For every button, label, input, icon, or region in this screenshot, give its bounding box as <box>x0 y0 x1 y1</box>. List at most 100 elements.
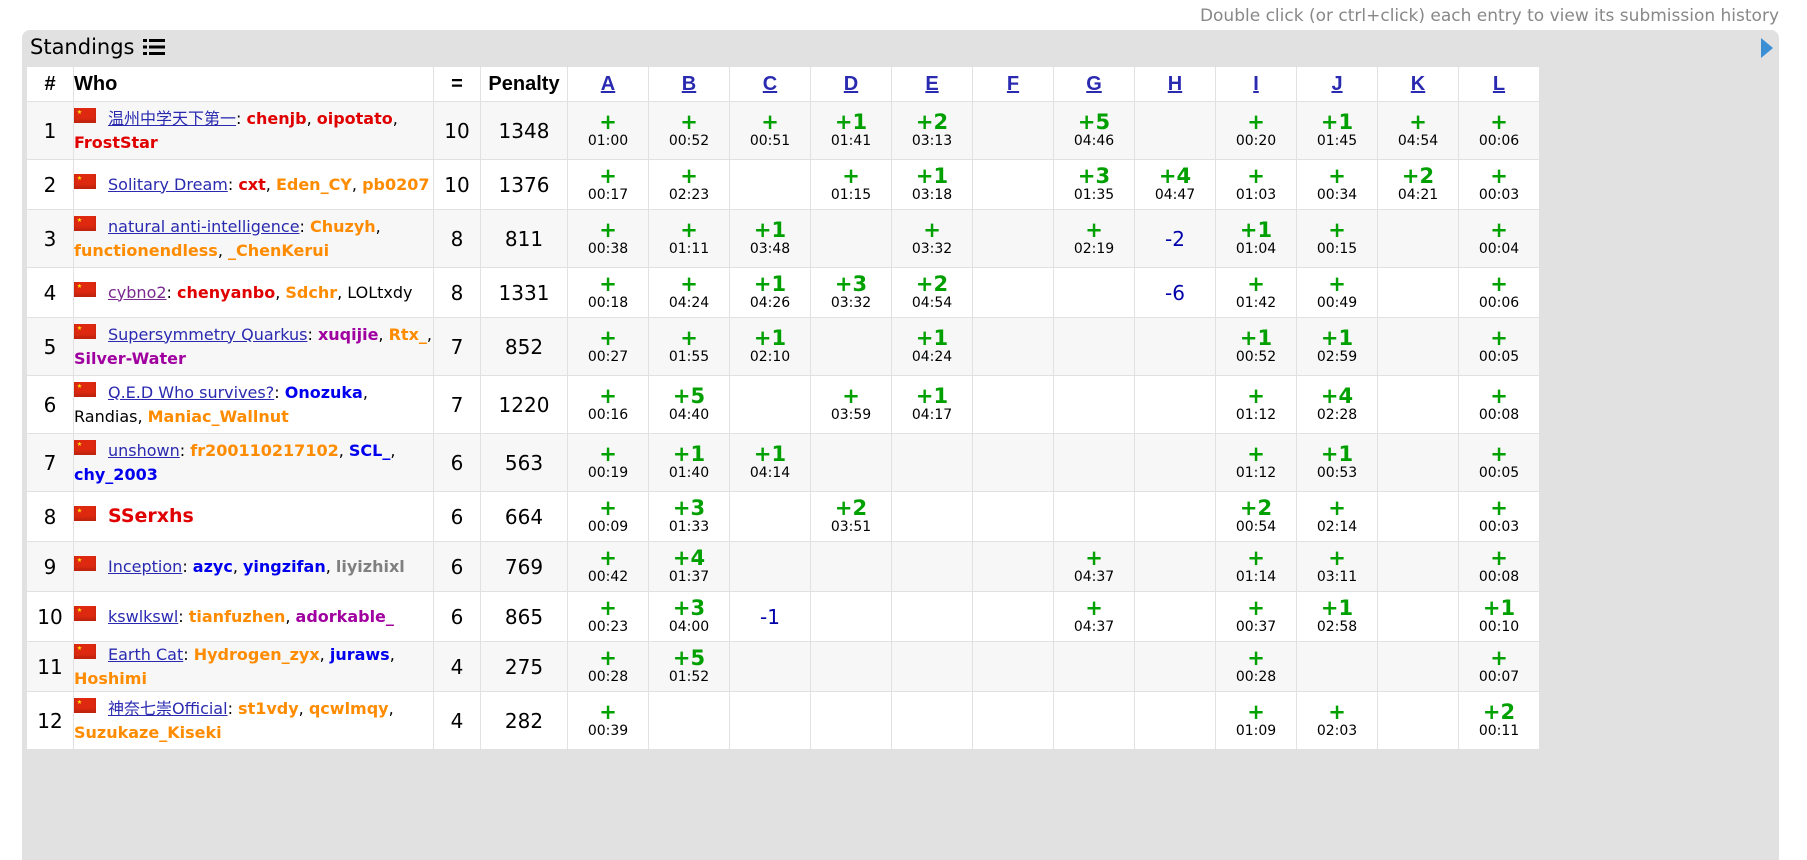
problem-cell-g[interactable]: +02:19 <box>1053 209 1135 268</box>
member-handle[interactable]: Maniac_Wallnut <box>148 407 289 426</box>
problem-link-f[interactable]: F <box>1007 73 1019 95</box>
standings-row[interactable]: 1 温州中学天下第一: chenjb, oipotato, FrostStar 10… <box>26 101 1540 160</box>
problem-cell-f[interactable] <box>972 591 1054 642</box>
problem-cell-b[interactable] <box>648 691 730 750</box>
standings-row[interactable]: 6 Q.E.D Who survives?: Onozuka, Randias, … <box>26 375 1540 434</box>
problem-cell-l[interactable]: +00:06 <box>1458 267 1540 318</box>
problem-cell-e[interactable] <box>891 691 973 750</box>
problem-cell-i[interactable]: +01:03 <box>1215 159 1297 210</box>
problem-cell-i[interactable]: +1 00:52 <box>1215 317 1297 376</box>
member-handle[interactable]: chenyanbo <box>177 283 275 302</box>
member-handle[interactable]: Eden_CY <box>276 175 352 194</box>
member-handle[interactable]: cxt <box>238 175 265 194</box>
team-name-link[interactable]: cybno2 <box>108 283 167 302</box>
member-handle[interactable]: Randias <box>74 407 137 426</box>
problem-cell-l[interactable]: +00:08 <box>1458 375 1540 434</box>
problem-cell-i[interactable]: +01:12 <box>1215 433 1297 492</box>
problem-cell-d[interactable] <box>810 317 892 376</box>
standings-row[interactable]: 8 SSerxhs 6 664 +00:09 +3 01:33 +2 03:51 +2 00:54 +… <box>26 491 1540 542</box>
problem-cell-f[interactable] <box>972 101 1054 160</box>
problem-cell-c[interactable]: +1 03:48 <box>729 209 811 268</box>
problem-link-c[interactable]: C <box>763 73 777 95</box>
problem-cell-j[interactable]: +03:11 <box>1296 541 1378 592</box>
team-name-link[interactable]: natural anti-intelligence <box>108 217 300 236</box>
problem-cell-b[interactable]: +3 04:00 <box>648 591 730 642</box>
problem-cell-h[interactable] <box>1134 641 1216 692</box>
problem-cell-g[interactable]: +04:37 <box>1053 541 1135 592</box>
team-name-link[interactable]: kswlkswl <box>108 607 178 626</box>
team-name-link[interactable]: unshown <box>108 441 180 460</box>
problem-cell-j[interactable]: +00:34 <box>1296 159 1378 210</box>
problem-cell-l[interactable]: +1 00:10 <box>1458 591 1540 642</box>
problem-cell-d[interactable]: +01:15 <box>810 159 892 210</box>
problem-cell-f[interactable] <box>972 317 1054 376</box>
problem-cell-i[interactable]: +1 01:04 <box>1215 209 1297 268</box>
problem-link-k[interactable]: K <box>1411 73 1425 95</box>
problem-cell-k[interactable] <box>1377 267 1459 318</box>
expand-arrow-icon[interactable] <box>1761 38 1773 58</box>
problem-cell-a[interactable]: +00:39 <box>567 691 649 750</box>
problem-cell-f[interactable] <box>972 375 1054 434</box>
problem-cell-k[interactable] <box>1377 641 1459 692</box>
member-handle[interactable]: functionendless <box>74 241 218 260</box>
problem-link-d[interactable]: D <box>844 73 858 95</box>
problem-cell-h[interactable]: -2 <box>1134 209 1216 268</box>
problem-link-b[interactable]: B <box>682 73 696 95</box>
problem-cell-e[interactable] <box>891 641 973 692</box>
problem-cell-e[interactable]: +1 03:18 <box>891 159 973 210</box>
problem-link-i[interactable]: I <box>1253 73 1259 95</box>
standings-row[interactable]: 4 cybno2: chenyanbo, Sdchr, LOLtxdy 8 1331 +… <box>26 267 1540 318</box>
problem-cell-g[interactable] <box>1053 641 1135 692</box>
problem-cell-a[interactable]: +01:00 <box>567 101 649 160</box>
problem-cell-b[interactable]: +5 01:52 <box>648 641 730 692</box>
member-handle[interactable]: Silver-Water <box>74 349 186 368</box>
problem-cell-g[interactable] <box>1053 433 1135 492</box>
problem-cell-e[interactable]: +03:32 <box>891 209 973 268</box>
problem-cell-h[interactable] <box>1134 375 1216 434</box>
contestant-name[interactable]: SSerxhs <box>108 505 194 527</box>
list-icon[interactable] <box>142 38 165 56</box>
problem-cell-i[interactable]: +01:42 <box>1215 267 1297 318</box>
member-handle[interactable]: chenjb <box>247 109 307 128</box>
problem-link-h[interactable]: H <box>1168 73 1182 95</box>
problem-cell-l[interactable]: +00:06 <box>1458 101 1540 160</box>
problem-cell-d[interactable] <box>810 591 892 642</box>
problem-cell-i[interactable]: +00:28 <box>1215 641 1297 692</box>
problem-cell-l[interactable]: +00:07 <box>1458 641 1540 692</box>
problem-cell-b[interactable]: +3 01:33 <box>648 491 730 542</box>
problem-cell-g[interactable] <box>1053 375 1135 434</box>
problem-cell-k[interactable] <box>1377 209 1459 268</box>
problem-cell-a[interactable]: +00:38 <box>567 209 649 268</box>
problem-cell-f[interactable] <box>972 541 1054 592</box>
member-handle[interactable]: SCL_ <box>349 441 390 460</box>
problem-cell-j[interactable] <box>1296 641 1378 692</box>
member-handle[interactable]: pb0207 <box>362 175 429 194</box>
problem-cell-k[interactable]: +04:54 <box>1377 101 1459 160</box>
problem-cell-j[interactable]: +02:14 <box>1296 491 1378 542</box>
problem-cell-e[interactable] <box>891 491 973 542</box>
problem-cell-h[interactable] <box>1134 591 1216 642</box>
standings-row[interactable]: 3 natural anti-intelligence: Chuzyh, func… <box>26 209 1540 268</box>
problem-cell-a[interactable]: +00:19 <box>567 433 649 492</box>
problem-cell-k[interactable]: +2 04:21 <box>1377 159 1459 210</box>
problem-cell-i[interactable]: +2 00:54 <box>1215 491 1297 542</box>
problem-cell-k[interactable] <box>1377 591 1459 642</box>
problem-cell-c[interactable] <box>729 159 811 210</box>
problem-cell-b[interactable]: +4 01:37 <box>648 541 730 592</box>
standings-row[interactable]: 2 Solitary Dream: cxt, Eden_CY, pb0207 10 1… <box>26 159 1540 210</box>
problem-cell-h[interactable] <box>1134 541 1216 592</box>
problem-cell-i[interactable]: +01:09 <box>1215 691 1297 750</box>
member-handle[interactable]: Onozuka <box>285 383 363 402</box>
member-handle[interactable]: yingzifan <box>243 557 326 576</box>
problem-link-e[interactable]: E <box>925 73 938 95</box>
member-handle[interactable]: fr200110217102 <box>190 441 338 460</box>
problem-cell-f[interactable] <box>972 209 1054 268</box>
problem-cell-k[interactable] <box>1377 317 1459 376</box>
problem-cell-f[interactable] <box>972 159 1054 210</box>
problem-cell-f[interactable] <box>972 491 1054 542</box>
member-handle[interactable]: Suzukaze_Kiseki <box>74 723 222 742</box>
problem-cell-l[interactable]: +00:08 <box>1458 541 1540 592</box>
problem-link-l[interactable]: L <box>1493 73 1505 95</box>
team-name-link[interactable]: Inception <box>108 557 182 576</box>
member-handle[interactable]: Rtx_ <box>389 325 427 344</box>
